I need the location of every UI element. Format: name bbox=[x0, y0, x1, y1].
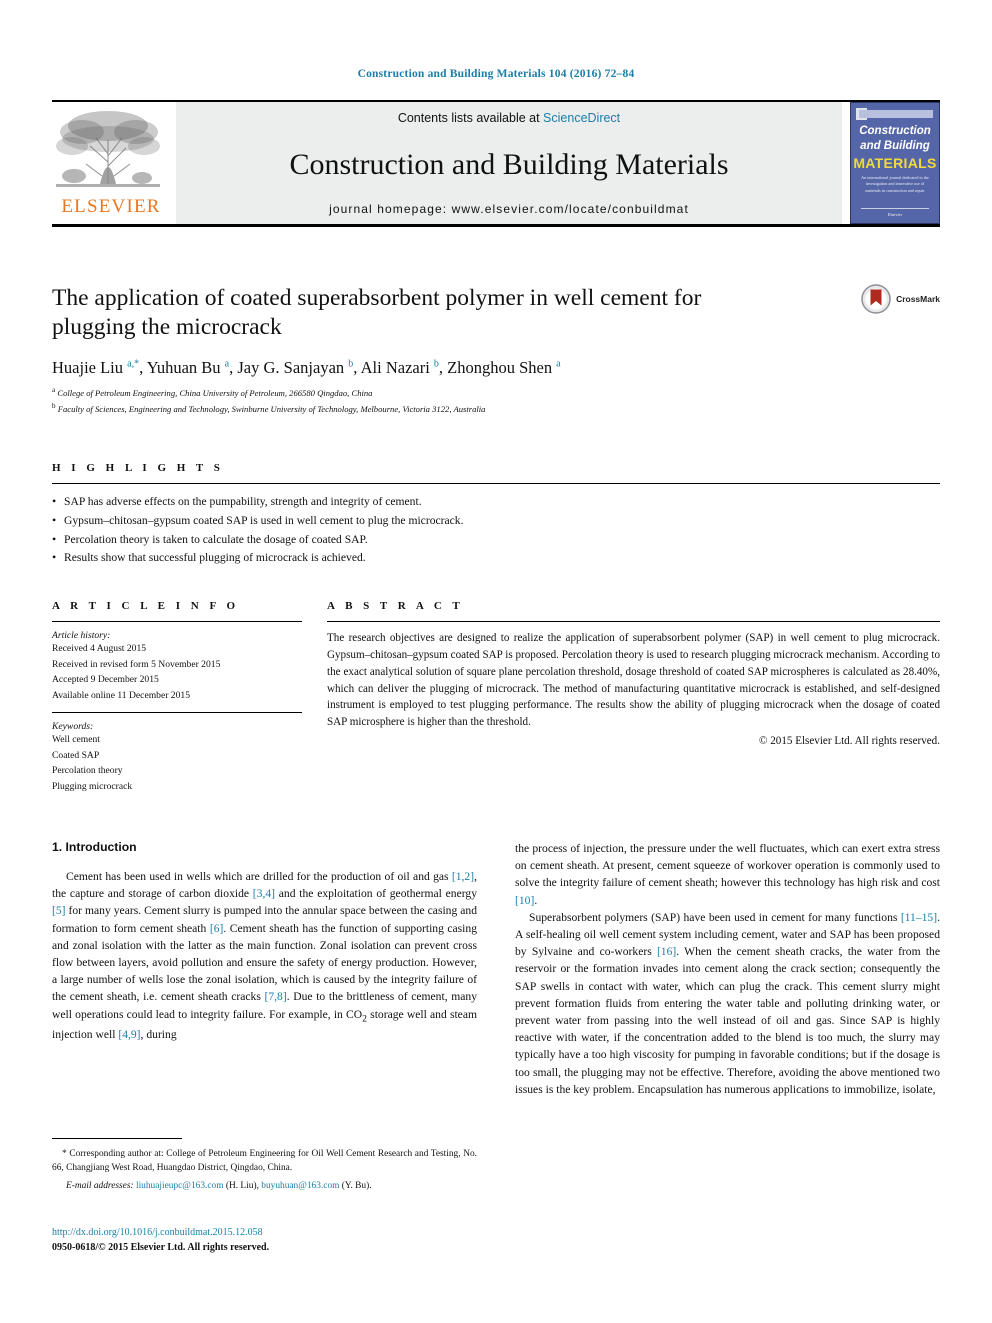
keyword-item: Percolation theory bbox=[52, 765, 123, 777]
keyword-item: Coated SAP bbox=[52, 749, 100, 761]
journal-homepage-link[interactable]: journal homepage: www.elsevier.com/locat… bbox=[176, 202, 842, 216]
doi-block: http://dx.doi.org/10.1016/j.conbuildmat.… bbox=[52, 1225, 477, 1255]
corresponding-author-note: * Corresponding author at: College of Pe… bbox=[52, 1147, 477, 1176]
contents-available-line: Contents lists available at ScienceDirec… bbox=[176, 111, 842, 125]
paragraph: Cement has been used in wells which are … bbox=[52, 870, 477, 1042]
sciencedirect-link[interactable]: ScienceDirect bbox=[543, 111, 620, 125]
cover-footer: Elsevier bbox=[861, 208, 929, 217]
abstract-heading: A B S T R A C T bbox=[327, 600, 464, 612]
journal-masthead: ELSEVIER Contents lists available at Sci… bbox=[52, 100, 940, 227]
journal-title: Construction and Building Materials bbox=[289, 147, 729, 181]
article-info-section: A R T I C L E I N F O Article history: R… bbox=[52, 600, 302, 794]
article-info-rule bbox=[52, 621, 302, 622]
body-columns: 1. Introduction Cement has been used in … bbox=[52, 840, 940, 1098]
paragraph: the process of injection, the pressure u… bbox=[515, 842, 940, 907]
info-abstract-row: A R T I C L E I N F O Article history: R… bbox=[52, 600, 940, 794]
asterisk-icon: * bbox=[62, 1149, 67, 1159]
abstract-rule bbox=[327, 621, 940, 622]
email-1-author: (H. Liu), bbox=[225, 1180, 259, 1191]
article-history-label: Article history: bbox=[52, 630, 111, 641]
issn-copyright: 0950-0618/© 2015 Elsevier Ltd. All right… bbox=[52, 1242, 270, 1253]
keyword-item: Well cement bbox=[52, 734, 100, 746]
page-title: The application of coated superabsorbent… bbox=[52, 285, 702, 341]
footnote-block: * Corresponding author at: College of Pe… bbox=[52, 1138, 477, 1193]
history-online: Available online 11 December 2015 bbox=[52, 689, 190, 701]
crossmark-icon bbox=[861, 284, 891, 314]
doi-link[interactable]: http://dx.doi.org/10.1016/j.conbuildmat.… bbox=[52, 1225, 477, 1240]
body-column-right: the process of injection, the pressure u… bbox=[515, 840, 940, 1098]
body-column-left: 1. Introduction Cement has been used in … bbox=[52, 840, 477, 1098]
journal-cover-thumbnail: Construction and Building MATERIALS An i… bbox=[850, 102, 940, 224]
title-block: The application of coated superabsorbent… bbox=[52, 284, 940, 417]
highlights-heading: H I G H L I G H T S bbox=[52, 462, 224, 474]
section-heading-introduction: 1. Introduction bbox=[52, 840, 137, 854]
cover-line-2: and Building bbox=[860, 140, 930, 152]
history-received: Received 4 August 2015 bbox=[52, 643, 147, 654]
journal-band: Contents lists available at ScienceDirec… bbox=[176, 102, 842, 224]
list-item: Percolation theory is taken to calculate… bbox=[52, 530, 940, 550]
crossmark-label: CrossMark bbox=[896, 294, 940, 304]
paper-page: Construction and Building Materials 104 … bbox=[0, 0, 992, 1323]
email-note: E-mail addresses: liuhuajieupc@163.com (… bbox=[52, 1179, 477, 1193]
crossmark-badge[interactable]: CrossMark bbox=[861, 284, 940, 314]
paragraph: Superabsorbent polymers (SAP) have been … bbox=[515, 910, 940, 1096]
email-label: E-mail addresses: bbox=[66, 1180, 134, 1191]
highlights-rule bbox=[52, 483, 940, 484]
contents-prefix: Contents lists available at bbox=[397, 111, 544, 125]
history-revised: Received in revised form 5 November 2015 bbox=[52, 658, 221, 670]
list-item: Results show that successful plugging of… bbox=[52, 548, 940, 568]
article-info-heading: A R T I C L E I N F O bbox=[52, 600, 240, 612]
affiliation-1: a College of Petroleum Engineering, Chin… bbox=[52, 386, 373, 399]
cover-line-3: MATERIALS bbox=[853, 155, 937, 171]
email-link-2[interactable]: buyuhuan@163.com bbox=[261, 1181, 339, 1191]
footnote-rule bbox=[52, 1138, 182, 1139]
cover-blurb: An international journal dedicated to th… bbox=[861, 175, 929, 193]
author-list: Huajie Liu a,*, Yuhuan Bu a, Jay G. Sanj… bbox=[52, 358, 561, 378]
history-accepted: Accepted 9 December 2015 bbox=[52, 674, 159, 686]
abstract-copyright: © 2015 Elsevier Ltd. All rights reserved… bbox=[759, 735, 940, 748]
elsevier-wordmark: ELSEVIER bbox=[61, 196, 161, 217]
list-item: Gypsum–chitosan–gypsum coated SAP is use… bbox=[52, 511, 940, 531]
keywords-rule bbox=[52, 712, 302, 714]
cover-top-bar bbox=[859, 110, 933, 118]
masthead-bottom-rule bbox=[52, 224, 940, 227]
highlights-list: SAP has adverse effects on the pumpabili… bbox=[52, 492, 940, 568]
keywords-label: Keywords: bbox=[52, 721, 94, 733]
list-item: SAP has adverse effects on the pumpabili… bbox=[52, 492, 940, 512]
abstract-text: The research objectives are designed to … bbox=[327, 632, 940, 729]
running-head: Construction and Building Materials 104 … bbox=[357, 68, 635, 80]
email-2-author: (Y. Bu). bbox=[341, 1180, 372, 1191]
abstract-section: A B S T R A C T The research objectives … bbox=[302, 600, 940, 794]
elsevier-tree-icon bbox=[56, 111, 160, 187]
affiliation-2: b Faculty of Sciences, Engineering and T… bbox=[52, 402, 486, 415]
highlights-section: H I G H L I G H T S SAP has adverse effe… bbox=[52, 462, 940, 568]
cover-line-1: Construction bbox=[859, 125, 931, 137]
email-link-1[interactable]: liuhuajieupc@163.com bbox=[136, 1181, 224, 1191]
keyword-item: Plugging microcrack bbox=[52, 780, 133, 792]
corresponding-author-text: Corresponding author at: College of Petr… bbox=[52, 1149, 477, 1174]
elsevier-logo: ELSEVIER bbox=[52, 102, 170, 224]
